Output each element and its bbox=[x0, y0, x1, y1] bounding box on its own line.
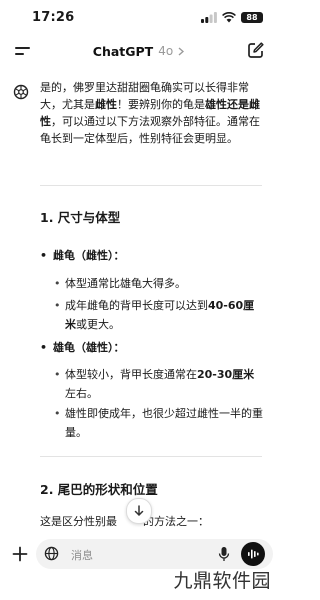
status-time: 17:26 bbox=[32, 9, 75, 25]
scroll-to-bottom-button[interactable] bbox=[126, 498, 152, 524]
male-bullet-1-text: 体型较小，背甲长度通常在 bbox=[65, 368, 197, 381]
menu-icon[interactable] bbox=[14, 43, 32, 59]
wifi-icon bbox=[222, 11, 236, 22]
female-bullet-2-text: 成年雌龟的背甲长度可以达到 bbox=[65, 299, 208, 312]
battery-level: 88 bbox=[246, 12, 258, 22]
model-selector[interactable]: ChatGPT 4o bbox=[92, 43, 185, 59]
chat-content: 是的，佛罗里达甜甜圈龟确实可以长得非常大，尤其是雌性！要辨别你的龟是雄性还是雌性… bbox=[0, 74, 277, 544]
divider bbox=[40, 456, 262, 457]
plus-icon[interactable] bbox=[12, 546, 28, 562]
microphone-icon[interactable] bbox=[218, 546, 230, 562]
intro-text-2: ！要辨别你的龟是 bbox=[117, 98, 205, 111]
top-bar: ChatGPT 4o bbox=[0, 34, 277, 68]
new-chat-icon[interactable] bbox=[247, 41, 265, 59]
male-label: 雄龟（雄性）： bbox=[40, 339, 125, 356]
male-bullet-1: 体型较小，背甲长度通常在20-30厘米左右。 bbox=[54, 365, 264, 403]
female-bullet-2: 成年雌龟的背甲长度可以达到40-60厘米或更大。 bbox=[54, 296, 264, 334]
message-placeholder: 消息 bbox=[71, 549, 93, 562]
section-heading-tail: 2. 尾巴的形状和位置 bbox=[40, 482, 158, 497]
male-bullet-2: 雄性即使成年，也很少超过雌性一半的重量。 bbox=[54, 404, 264, 442]
watermark: 九鼎软件园 bbox=[173, 570, 271, 592]
battery-icon: 88 bbox=[241, 11, 263, 23]
male-bullet-1-tail: 左右。 bbox=[65, 387, 98, 400]
chatgpt-logo-icon bbox=[13, 84, 29, 100]
message-input[interactable]: 消息 bbox=[36, 539, 273, 569]
model-name: 4o bbox=[158, 44, 174, 58]
voice-mode-button[interactable] bbox=[241, 542, 265, 566]
female-label: 雌龟（雌性）： bbox=[40, 247, 125, 264]
section2-lead-tail: 的方法之一： bbox=[143, 515, 209, 528]
section2-lead-text: 这是区分性别最 bbox=[40, 515, 117, 528]
female-bullet-2-tail: 或更大。 bbox=[76, 318, 120, 331]
section2-lead: 这是区分性别最 的方法之一： bbox=[40, 513, 265, 530]
voice-mode-icon bbox=[248, 549, 259, 559]
intro-text-3: ，可以通过以下方法观察外部特征。通常在龟长到一定体型后，性别特征会更明显。 bbox=[40, 115, 260, 145]
chevron-right-icon bbox=[178, 46, 185, 56]
globe-icon[interactable] bbox=[44, 546, 59, 561]
response-intro: 是的，佛罗里达甜甜圈龟确实可以长得非常大，尤其是雌性！要辨别你的龟是雄性还是雌性… bbox=[40, 79, 265, 147]
divider bbox=[40, 185, 262, 186]
status-icons: 88 bbox=[201, 11, 263, 23]
female-bullet-1: 体型通常比雄龟大得多。 bbox=[54, 274, 264, 293]
app-title: ChatGPT bbox=[92, 43, 154, 59]
male-length-value: 20-30厘米 bbox=[197, 368, 255, 381]
section-heading-size: 1. 尺寸与体型 bbox=[40, 210, 121, 225]
status-bar: 17:26 88 bbox=[0, 0, 277, 34]
arrow-down-icon bbox=[134, 505, 144, 517]
intro-bold-female: 雌性 bbox=[95, 98, 117, 111]
signal-icon bbox=[201, 11, 217, 23]
